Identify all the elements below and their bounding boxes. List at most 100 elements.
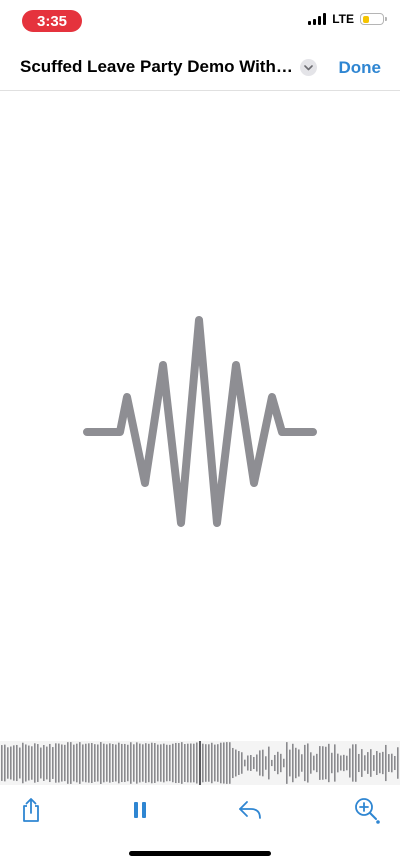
waveform-bar (202, 743, 204, 783)
waveform-bar (238, 751, 240, 775)
zoom-button[interactable] (351, 794, 383, 826)
waveform-bar (163, 743, 165, 783)
waveform-bar (160, 744, 162, 782)
waveform-bar (295, 747, 297, 779)
waveform-bar (43, 745, 45, 781)
waveform-bars (1, 741, 399, 785)
waveform-bar (220, 742, 222, 784)
waveform-bar (340, 755, 342, 771)
waveform-bar (319, 746, 321, 780)
waveform-bar (247, 755, 249, 771)
waveform-scrubber[interactable] (0, 741, 400, 785)
waveform-bar (349, 748, 351, 778)
waveform-bar (385, 744, 387, 782)
waveform-bar (289, 749, 291, 777)
waveform-bar (226, 742, 228, 784)
waveform-bar (184, 744, 186, 782)
waveform-bar (175, 742, 177, 784)
waveform-bar (367, 752, 369, 774)
waveform-bar (316, 753, 318, 773)
waveform-bar (196, 742, 198, 784)
waveform-bar (382, 751, 384, 775)
title-options-button[interactable] (300, 59, 317, 76)
share-button[interactable] (15, 794, 47, 826)
share-icon (23, 798, 39, 822)
waveform-bar (313, 755, 315, 771)
waveform-bar (52, 747, 54, 779)
waveform-bar (181, 742, 183, 784)
waveform-bar (133, 744, 135, 782)
waveform-bar (13, 745, 15, 781)
cellular-signal-icon (308, 13, 327, 25)
status-time: 3:35 (36, 12, 68, 30)
playhead[interactable] (199, 741, 201, 785)
waveform-bar (61, 744, 63, 782)
waveform-bar (364, 755, 366, 771)
waveform-bar (172, 743, 174, 783)
waveform-bar (88, 743, 90, 783)
waveform-bar (169, 744, 171, 782)
waveform-bar (82, 744, 84, 782)
waveform-bar (145, 743, 147, 783)
waveform-bar (322, 746, 324, 780)
waveform-bar (193, 743, 195, 783)
recording-title[interactable]: Scuffed Leave Party Demo With D... (20, 57, 295, 77)
waveform-bar (124, 743, 126, 783)
waveform-icon (83, 316, 317, 527)
waveform-bar (280, 753, 282, 773)
waveform-bar (94, 744, 96, 782)
waveform-bar (304, 744, 306, 782)
status-bar: 3:35 LTE (0, 0, 400, 44)
waveform-bar (361, 749, 363, 777)
status-indicators: LTE (308, 12, 387, 26)
waveform-bar (211, 742, 213, 784)
waveform-bar (106, 744, 108, 782)
waveform-bar (343, 754, 345, 772)
pause-button[interactable] (124, 794, 156, 826)
waveform-bar (19, 747, 21, 779)
waveform-bar (214, 744, 216, 782)
waveform-bar (358, 753, 360, 773)
waveform-bar (328, 743, 330, 783)
done-button[interactable]: Done (339, 58, 382, 78)
waveform-bar (283, 758, 285, 768)
waveform-bar (286, 742, 288, 784)
waveform-bar (103, 743, 105, 783)
waveform-bar (346, 755, 348, 771)
waveform-bar (166, 744, 168, 782)
waveform-bar (274, 754, 276, 772)
waveform-bar (115, 744, 117, 782)
waveform-bar (208, 744, 210, 782)
waveform-bar (190, 743, 192, 783)
status-time-pill: 3:35 (22, 10, 82, 32)
waveform-bar (154, 743, 156, 783)
waveform-bar (67, 742, 69, 784)
reply-icon (239, 801, 261, 819)
waveform-bar (223, 742, 225, 784)
waveform-bar (271, 759, 273, 767)
waveform-bar (394, 755, 396, 771)
waveform-bar (157, 744, 159, 782)
waveform-bar (31, 746, 33, 780)
nav-bar: Scuffed Leave Party Demo With D... Done (0, 44, 400, 91)
waveform-bar (73, 744, 75, 782)
waveform-bar (277, 751, 279, 775)
waveform-bar (397, 747, 399, 779)
reply-button[interactable] (234, 794, 266, 826)
waveform-bar (142, 744, 144, 782)
waveform-bar (373, 755, 375, 771)
waveform-bar (4, 744, 6, 782)
waveform-bar (76, 743, 78, 783)
waveform-bar (34, 743, 36, 783)
waveform-bar (64, 744, 66, 782)
waveform-bar (22, 742, 24, 784)
waveform-bar (112, 744, 114, 782)
waveform-bar (130, 742, 132, 784)
waveform-bar (97, 744, 99, 782)
waveform-bar (151, 742, 153, 784)
waveform-bar (268, 746, 270, 780)
waveform-bar (46, 746, 48, 780)
waveform-bar (79, 742, 81, 784)
zoom-in-icon (355, 798, 380, 824)
waveform-bar (217, 744, 219, 782)
